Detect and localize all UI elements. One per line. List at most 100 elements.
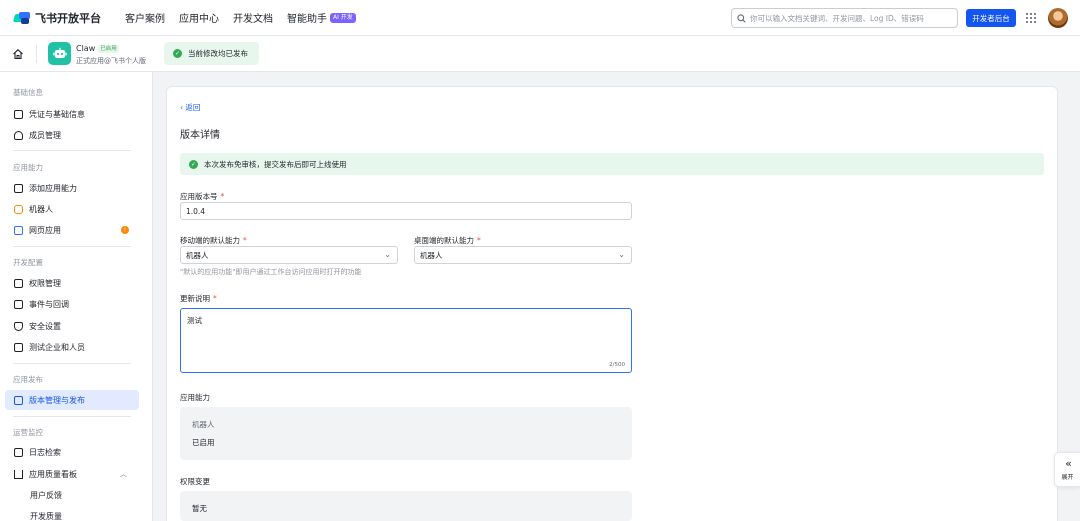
test-icon: [14, 342, 23, 352]
double-chevron-left-icon: ‹‹: [1065, 457, 1072, 470]
sidebar-item-credentials[interactable]: 凭证与基础信息: [5, 104, 139, 124]
expand-button[interactable]: ‹‹ 展开: [1054, 452, 1080, 487]
back-link[interactable]: ‹ 返回: [180, 102, 200, 113]
app-description: 正式应用@飞书个人版: [76, 57, 146, 65]
add-capability-icon: [14, 183, 23, 193]
required-mark: *: [243, 236, 247, 245]
update-notes-value: 测试: [187, 316, 202, 325]
chevron-down-icon: ⌄: [618, 250, 625, 259]
member-icon: [14, 130, 23, 140]
developer-console-button[interactable]: 开发者后台: [966, 9, 1016, 27]
version-icon: [14, 395, 23, 405]
sidebar-item-quality-board[interactable]: 应用质量看板 ︿: [5, 464, 139, 484]
sidebar-item-web-app[interactable]: 网页应用!: [5, 220, 139, 240]
nav-link-app-center[interactable]: 应用中心: [179, 10, 219, 25]
sidebar-item-label: 机器人: [29, 204, 53, 214]
sidebar-item-label: 凭证与基础信息: [29, 109, 85, 119]
mobile-default-value: 机器人: [186, 250, 209, 260]
sidebar-item-permissions[interactable]: 权限管理: [5, 273, 139, 293]
required-mark: *: [477, 236, 481, 245]
capability-name: 机器人: [192, 420, 215, 429]
apps-grid-icon[interactable]: [1026, 13, 1036, 23]
app-header: Claw 已启用 正式应用@飞书个人版 ✓ 当前修改均已发布: [0, 36, 1080, 72]
sidebar-item-events[interactable]: 事件与回调: [5, 294, 139, 314]
robot-icon: [14, 204, 23, 214]
sidebar-section-monitoring: 运营监控: [13, 428, 43, 437]
quality-icon: [14, 469, 23, 479]
permission-icon: [14, 278, 23, 288]
capability-status: 已启用: [192, 438, 215, 447]
sidebar-divider: [13, 246, 131, 247]
expand-label: 展开: [1061, 474, 1074, 481]
capability-label: 应用能力: [180, 393, 210, 402]
web-app-icon: [14, 225, 23, 235]
desktop-default-label: 桌面端的默认能力 *: [414, 235, 481, 246]
permission-change-value: 暂无: [192, 504, 207, 513]
sidebar-item-dev-quality[interactable]: 开发质量: [5, 506, 139, 521]
page-title: 版本详情: [180, 130, 220, 141]
version-value: 1.0.4: [186, 206, 206, 216]
search-icon: [737, 13, 746, 23]
nav-link-cases[interactable]: 客户案例: [125, 10, 165, 25]
sidebar-item-add-capability[interactable]: 添加应用能力: [5, 178, 139, 198]
log-icon: [14, 447, 23, 457]
sidebar-item-label: 安全设置: [29, 321, 61, 331]
chevron-up-icon[interactable]: ︿: [120, 469, 127, 479]
security-icon: [14, 321, 23, 331]
sidebar-section-basic: 基础信息: [13, 88, 43, 97]
sidebar-item-test-org[interactable]: 测试企业和人员: [5, 337, 139, 357]
search-placeholder: 你可以输入文档关键词、开发问题、Log ID、错误码: [750, 13, 924, 23]
search-input[interactable]: 你可以输入文档关键词、开发问题、Log ID、错误码: [731, 8, 958, 28]
nav-link-docs[interactable]: 开发文档: [233, 10, 273, 25]
sidebar-item-label: 成员管理: [29, 130, 61, 140]
chevron-down-icon: ⌄: [384, 250, 391, 259]
version-label: 应用版本号 *: [180, 191, 224, 202]
capability-box: 机器人 已启用: [180, 407, 632, 460]
feishu-logo-icon: [12, 11, 30, 24]
sidebar-item-user-feedback[interactable]: 用户反馈: [5, 485, 139, 505]
update-notes-label: 更新说明 *: [180, 293, 217, 304]
notice-text: 本次发布免审核，提交发布后即可上线使用: [204, 159, 347, 169]
sidebar-divider: [13, 150, 131, 151]
sidebar-divider: [13, 416, 131, 417]
nav-link-assistant-label: 智能助手: [287, 14, 327, 25]
desktop-default-value: 机器人: [420, 250, 443, 260]
event-icon: [14, 299, 23, 309]
brand-name: 飞书开放平台: [35, 11, 101, 25]
sidebar-item-label: 版本管理与发布: [29, 395, 85, 405]
ai-badge: AI 开发: [330, 12, 356, 23]
update-notes-label-text: 更新说明: [180, 294, 210, 303]
sidebar-item-label: 开发质量: [30, 511, 62, 521]
permission-change-label: 权限变更: [180, 477, 210, 486]
sidebar-item-members[interactable]: 成员管理: [5, 125, 139, 145]
mobile-default-select[interactable]: 机器人 ⌄: [180, 246, 398, 264]
sidebar-item-label: 事件与回调: [29, 299, 69, 309]
sidebar-section-capability: 应用能力: [13, 163, 43, 172]
desktop-default-select[interactable]: 机器人 ⌄: [414, 246, 632, 264]
mobile-default-label-text: 移动端的默认能力: [180, 236, 240, 245]
sidebar-item-label: 添加应用能力: [29, 183, 77, 193]
check-circle-icon: ✓: [189, 159, 198, 169]
sidebar-item-label: 日志检索: [29, 447, 61, 457]
required-mark: *: [220, 192, 225, 201]
sidebar-item-log-search[interactable]: 日志检索: [5, 442, 139, 462]
required-mark: *: [213, 294, 217, 303]
user-avatar[interactable]: [1048, 8, 1068, 28]
alert-badge: !: [121, 226, 129, 234]
sidebar-item-robot[interactable]: 机器人: [5, 199, 139, 219]
sidebar-item-version-management[interactable]: 版本管理与发布: [5, 390, 139, 410]
sidebar-section-release: 应用发布: [13, 375, 43, 384]
toast-text: 当前修改均已发布: [188, 49, 248, 58]
update-notes-textarea[interactable]: 测试 2/500: [180, 308, 632, 373]
version-input[interactable]: 1.0.4: [180, 202, 632, 220]
brand-logo[interactable]: 飞书开放平台: [12, 10, 101, 26]
home-icon[interactable]: [12, 48, 24, 60]
version-label-text: 应用版本号: [180, 192, 218, 201]
char-counter: 2/500: [609, 362, 625, 368]
back-label: 返回: [185, 103, 201, 112]
default-capability-hint: "默认的应用功能"即用户通过工作台访问应用时打开的功能: [180, 268, 362, 276]
sidebar-item-security[interactable]: 安全设置: [5, 316, 139, 336]
mobile-default-label: 移动端的默认能力 *: [180, 235, 247, 246]
sidebar-divider: [13, 363, 131, 364]
nav-link-assistant[interactable]: 智能助手 AI 开发: [287, 10, 356, 25]
